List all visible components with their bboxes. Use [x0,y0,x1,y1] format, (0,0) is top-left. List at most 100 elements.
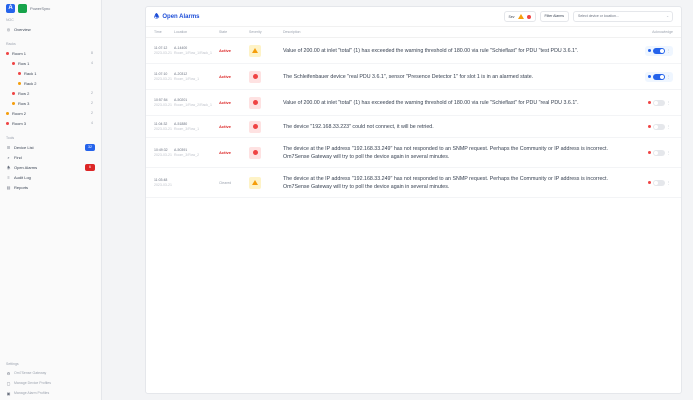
alarm-time: 10:57:54 2023-03-21 [146,98,174,108]
tree-item-label: Room 1 [12,50,27,56]
more-icon[interactable]: ⋮ [667,151,671,155]
toggle-knob [653,150,658,155]
ack-control[interactable]: ⋮ [645,148,674,158]
sidebar-item-room-3[interactable]: Room 3 4 [0,118,101,128]
more-icon[interactable]: ⋮ [667,75,671,79]
alarm-location: A-50391 Room_3/Row_2 [174,148,219,158]
sidebar-item-room-2[interactable]: Room 2 2 [0,108,101,118]
table-row[interactable]: 11:07:10 2023-03-21 A-20312 Room_1/Row_1 Act… [146,64,681,90]
brand[interactable]: A PowerSync [0,0,101,16]
status-dot-icon [18,81,21,85]
acknowledge-toggle[interactable] [652,149,665,156]
state-label: Active [219,124,232,129]
column-state[interactable]: State [219,30,249,34]
table-row[interactable]: 11:03:48 2023-03-21 Cleared The device at t… [146,168,681,198]
table-row[interactable]: 10:57:54 2023-03-21 A-50201 Room_1/Row_2/Ra… [146,90,681,116]
warning-icon [249,44,261,57]
log-icon: ≡ [7,174,10,180]
sidebar-item-find[interactable]: ⌕ Find [0,152,101,162]
count-badge: 6 [85,163,95,171]
sidebar-item-alarm-profiles[interactable]: ▣ Manage Alarm Profiles [0,388,102,398]
table-row[interactable]: 11:07:12 2023-03-21 A-14400 Room_1/Row_1/Ra… [146,38,681,64]
sidebar-item-open-alarms[interactable]: 🕭 Open Alarms 6 [0,162,101,172]
severity-cell [249,96,283,109]
table-header: Time Location State Severity Description… [146,27,681,38]
sidebar-item-row-3[interactable]: Row 3 2 [0,98,101,108]
date-text: 2023-03-21 [154,182,172,187]
alarm-description: Value of 200.00 at inlet "total" (1) has… [283,99,579,106]
column-acknowledge[interactable]: Acknowledge [617,30,681,34]
device-search-input[interactable]: Select device or location... ⌄ [573,11,673,22]
critical-icon [249,96,261,109]
critical-filter-icon[interactable] [526,14,531,19]
acknowledge-toggle[interactable] [652,73,665,80]
critical-icon [249,70,261,83]
brand-name: PowerSync [30,5,51,11]
alarm-location: A-20312 Room_1/Row_1 [174,72,219,82]
location-path: Room_1/Row_1/Rack_1 [174,50,212,55]
state-label: Active [219,100,232,105]
more-icon[interactable]: ⋮ [667,49,671,53]
more-icon[interactable]: ⋮ [667,101,671,105]
severity-filter[interactable]: Sev [503,11,536,22]
toggle-knob [653,124,658,129]
alarm-count: 2 [91,101,93,105]
alarm-table-body: 11:07:12 2023-03-21 A-14400 Room_1/Row_1/Ra… [146,38,681,198]
alarm-profile-icon: ▣ [6,390,11,396]
ack-control[interactable]: ⋮ [644,45,673,56]
column-location[interactable]: Location [174,30,219,35]
sidebar: A PowerSync NOC ◎ Overview Racks Room 1 8… [0,0,102,400]
alarm-time: 11:04:32 2023-03-21 [146,122,174,132]
main-panel: 🕭 Open Alarms Sev Filter Alarms Select d… [145,6,682,394]
more-icon[interactable]: ⋮ [667,125,671,129]
count-badge: 32 [85,143,95,151]
ack-control[interactable]: ⋮ [645,98,674,108]
tree-item-label: Row 1 [18,60,30,66]
ack-cell: ⋮ [617,98,681,108]
warning-icon [249,176,261,189]
status-dot-icon [647,151,651,154]
ack-control[interactable]: ⋮ [645,178,674,188]
acknowledge-toggle[interactable] [652,47,665,54]
acknowledge-toggle[interactable] [652,123,665,130]
sidebar-item-overview[interactable]: ◎ Overview [0,24,101,34]
column-description[interactable]: Description [283,28,617,36]
warning-filter-icon[interactable] [517,14,524,19]
sidebar-item-audit-log[interactable]: ≡ Audit Log [0,172,101,182]
acknowledge-toggle[interactable] [652,179,665,186]
sidebar-item-room-1[interactable]: Room 1 8 [0,48,101,58]
alarm-count: 4 [91,121,93,125]
alarm-description: The device "192.168.33.223" could not co… [283,123,434,130]
page-title: 🕭 Open Alarms [154,13,200,20]
sidebar-item-row-1[interactable]: Row 1 4 [0,58,101,68]
ack-control[interactable]: ⋮ [644,71,673,82]
tree-item-label: Row 2 [18,90,30,96]
sidebar-item-rack-2[interactable]: Rack 2 [0,78,101,88]
sidebar-item-row-2[interactable]: Row 2 2 [0,88,101,98]
sidebar-item-device-list[interactable]: ☰ Device List 32 [0,142,101,152]
severity-mark [252,100,258,105]
table-row[interactable]: 11:04:32 2023-03-21 A-51880 Room_3/Row_1 Act… [146,116,681,138]
more-icon[interactable]: ⋮ [667,181,671,185]
sidebar-item-reports[interactable]: ▤ Reports [0,182,101,192]
column-severity[interactable]: Severity [249,30,283,34]
sidebar-item-rack-1[interactable]: Rack 1 [0,68,101,78]
acknowledge-toggle[interactable] [652,99,665,106]
tool-label: Audit Log [14,174,31,180]
alarm-count: 4 [91,61,93,65]
status-dot-icon [12,91,15,95]
column-time[interactable]: Time [146,30,174,35]
location-tree: Room 1 8 Row 1 4 Rack 1 Rack 2 Row 2 2 Row 3 2 Roo… [0,48,101,128]
status-dot-icon [12,101,15,105]
filter-alarms-button[interactable]: Filter Alarms [539,11,569,22]
table-row[interactable]: 10:49:32 2023-03-21 A-50391 Room_3/Row_2 Act… [146,138,681,168]
sidebar-item-device-profiles[interactable]: ▢ Manage Device Profiles [0,378,102,388]
ack-cell: ⋮ [617,148,681,158]
severity-cell [249,44,283,57]
alarm-description: Value of 200.00 at inlet "total" (1) has… [283,47,579,54]
filters: Sev Filter Alarms Select device or locat… [503,11,673,22]
ack-control[interactable]: ⋮ [645,122,674,132]
state-label: Active [219,74,232,79]
sidebar-item-gateway[interactable]: ⚙ Om7Sense Gateway [0,368,102,378]
date-text: 2023-03-21 [154,102,172,107]
